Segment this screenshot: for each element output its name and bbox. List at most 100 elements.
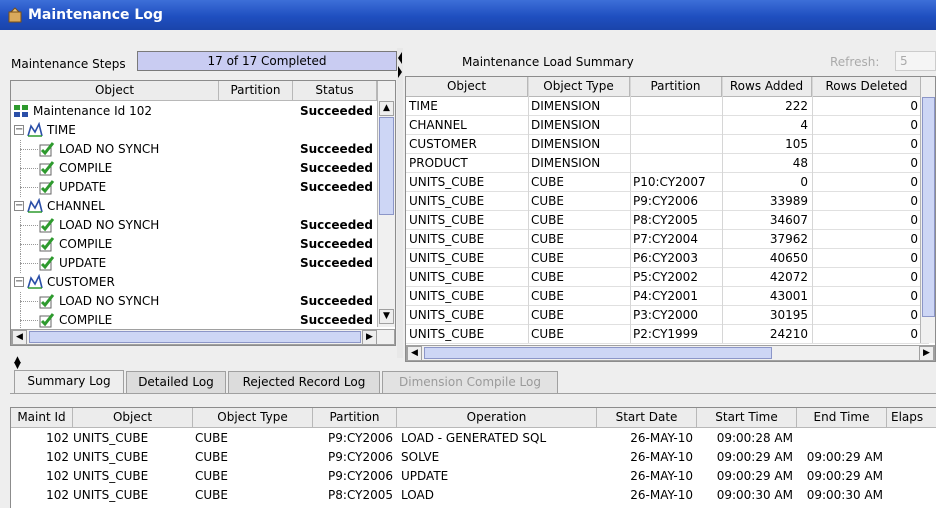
vertical-splitter[interactable]	[397, 48, 403, 358]
cell-object: UNITS_CUBE	[409, 251, 485, 265]
cell-rows-added: 40650	[769, 251, 808, 265]
tree-row[interactable]: COMPILE Succeeded	[11, 311, 377, 330]
table-row[interactable]: UNITS_CUBE CUBE P4:CY2001 43001 0	[406, 287, 929, 306]
check-icon	[39, 142, 55, 157]
table-row[interactable]: CUSTOMER DIMENSION 105 0	[406, 135, 929, 154]
column-header-partition[interactable]: Partition	[313, 408, 397, 428]
tree-row[interactable]: UPDATE Succeeded	[11, 254, 377, 273]
column-header-status[interactable]: Status	[293, 81, 377, 101]
tree-row-label: CUSTOMER	[47, 275, 115, 289]
table-row[interactable]: 102 UNITS_CUBE CUBE P9:CY2006 LOAD - GENERAT…	[11, 429, 936, 448]
scroll-up-button[interactable]: ▲	[379, 101, 394, 116]
tab-detailed-log[interactable]: Detailed Log	[126, 371, 226, 393]
tree-row[interactable]: − TIME	[11, 121, 377, 140]
tree-connector	[20, 301, 38, 302]
column-header-partition[interactable]: Partition	[630, 77, 722, 97]
left-vertical-scrollbar[interactable]: ▲ ▼	[377, 81, 395, 327]
column-header-rows-deleted[interactable]: Rows Deleted	[812, 77, 922, 97]
table-row[interactable]: UNITS_CUBE CUBE P7:CY2004 37962 0	[406, 230, 929, 249]
table-row[interactable]: 102 UNITS_CUBE CUBE P9:CY2006 UPDATE 26-MAY-1…	[11, 467, 936, 486]
tree-row[interactable]: − CUSTOMER	[11, 273, 377, 292]
collapse-toggle-icon[interactable]: −	[14, 125, 24, 135]
table-row[interactable]: UNITS_CUBE CUBE P3:CY2000 30195 0	[406, 306, 929, 325]
tree-row-status: Succeeded	[300, 180, 374, 194]
column-header-maint-id[interactable]: Maint Id	[11, 408, 73, 428]
cell-object: UNITS_CUBE	[409, 175, 485, 189]
cell-object-type: DIMENSION	[531, 156, 601, 170]
grid-line	[630, 77, 631, 343]
left-horizontal-scrollbar[interactable]: ◀ ▶	[11, 329, 395, 345]
cell-rows-added: 24210	[769, 327, 808, 341]
cell-start-time: 09:00:30 AM	[716, 488, 793, 502]
column-header-object[interactable]: Object	[11, 81, 219, 101]
tree-row[interactable]: − CHANNEL	[11, 197, 377, 216]
check-icon	[39, 218, 55, 233]
tab-rejected-record-log[interactable]: Rejected Record Log	[228, 371, 380, 393]
table-row[interactable]: 102 UNITS_CUBE CUBE P8:CY2005 LOAD 26-MAY-10 0…	[11, 486, 936, 505]
vertical-scroll-thumb[interactable]	[379, 117, 394, 215]
tree-row[interactable]: LOAD NO SYNCH Succeeded	[11, 292, 377, 311]
tree-connector	[20, 187, 38, 188]
column-header-object-type[interactable]: Object Type	[528, 77, 630, 97]
table-row[interactable]: UNITS_CUBE CUBE P5:CY2002 42072 0	[406, 268, 929, 287]
table-row[interactable]: UNITS_CUBE CUBE P6:CY2003 40650 0	[406, 249, 929, 268]
window-title: Maintenance Log	[28, 7, 163, 23]
collapse-toggle-icon[interactable]: −	[14, 201, 24, 211]
tree-row[interactable]: UPDATE Succeeded	[11, 178, 377, 197]
column-header-elapsed[interactable]: Elaps	[887, 408, 936, 428]
cell-rows-added: 222	[785, 99, 808, 113]
tree-connector	[20, 292, 21, 311]
cell-rows-added: 105	[785, 137, 808, 151]
tree-row-status: Succeeded	[300, 104, 374, 118]
tree-connector	[20, 320, 38, 321]
column-header-object[interactable]: Object	[406, 77, 528, 97]
horizontal-scroll-thumb[interactable]	[424, 347, 772, 359]
column-header-object-type[interactable]: Object Type	[193, 408, 313, 428]
cell-object-type: DIMENSION	[531, 137, 601, 151]
column-header-rows-added[interactable]: Rows Added	[722, 77, 812, 97]
table-row[interactable]: UNITS_CUBE CUBE P9:CY2006 33989 0	[406, 192, 929, 211]
refresh-select[interactable]: 5	[895, 51, 936, 71]
tree-row[interactable]: COMPILE Succeeded	[11, 159, 377, 178]
horizontal-splitter-arrows-icon[interactable]: ▲ ▼	[14, 356, 21, 371]
tree-connector	[20, 235, 21, 254]
vertical-scroll-thumb[interactable]	[922, 97, 935, 317]
column-header-start-time[interactable]: Start Time	[697, 408, 797, 428]
tree-row[interactable]: LOAD NO SYNCH Succeeded	[11, 216, 377, 235]
tree-row[interactable]: Maintenance Id 102 Succeeded	[11, 102, 377, 121]
scroll-right-button[interactable]: ▶	[362, 330, 377, 345]
cell-partition: P5:CY2002	[633, 270, 698, 284]
load-summary-table: Object Object Type Partition Rows Added …	[405, 76, 936, 362]
table-row[interactable]: TIME DIMENSION 222 0	[406, 97, 929, 116]
cell-object-type: CUBE	[195, 469, 228, 483]
collapse-toggle-icon[interactable]: −	[14, 277, 24, 287]
scroll-left-button[interactable]: ◀	[12, 330, 27, 345]
right-horizontal-scrollbar[interactable]: ◀ ▶	[406, 345, 935, 361]
table-row[interactable]: UNITS_CUBE CUBE P2:CY1999 24210 0	[406, 325, 929, 344]
tree-row-label: CHANNEL	[47, 199, 105, 213]
scroll-left-button[interactable]: ◀	[407, 346, 422, 361]
cell-rows-deleted: 0	[910, 194, 918, 208]
tree-row[interactable]: COMPILE Succeeded	[11, 235, 377, 254]
scroll-down-button[interactable]: ▼	[379, 309, 394, 324]
table-row[interactable]: UNITS_CUBE CUBE P10:CY2007 0 0	[406, 173, 929, 192]
scroll-right-button[interactable]: ▶	[919, 346, 934, 361]
column-header-end-time[interactable]: End Time	[797, 408, 887, 428]
column-header-partition[interactable]: Partition	[219, 81, 293, 101]
table-row[interactable]: UNITS_CUBE CUBE P8:CY2005 34607 0	[406, 211, 929, 230]
right-vertical-scrollbar[interactable]	[920, 77, 935, 343]
column-header-operation[interactable]: Operation	[397, 408, 597, 428]
cell-object-type: DIMENSION	[531, 99, 601, 113]
cell-object: CUSTOMER	[409, 137, 477, 151]
table-row[interactable]: CHANNEL DIMENSION 4 0	[406, 116, 929, 135]
tab-summary-log[interactable]: Summary Log	[14, 370, 124, 394]
tree-row-label: UPDATE	[59, 180, 107, 194]
tree-row[interactable]: LOAD NO SYNCH Succeeded	[11, 140, 377, 159]
column-header-object[interactable]: Object	[73, 408, 193, 428]
table-row[interactable]: 102 UNITS_CUBE CUBE P9:CY2006 SOLVE 26-MAY-10…	[11, 448, 936, 467]
column-header-start-date[interactable]: Start Date	[597, 408, 697, 428]
tree-row-status: Succeeded	[300, 161, 374, 175]
tree-row-label: COMPILE	[59, 237, 113, 251]
table-row[interactable]: PRODUCT DIMENSION 48 0	[406, 154, 929, 173]
horizontal-scroll-thumb[interactable]	[29, 331, 361, 343]
